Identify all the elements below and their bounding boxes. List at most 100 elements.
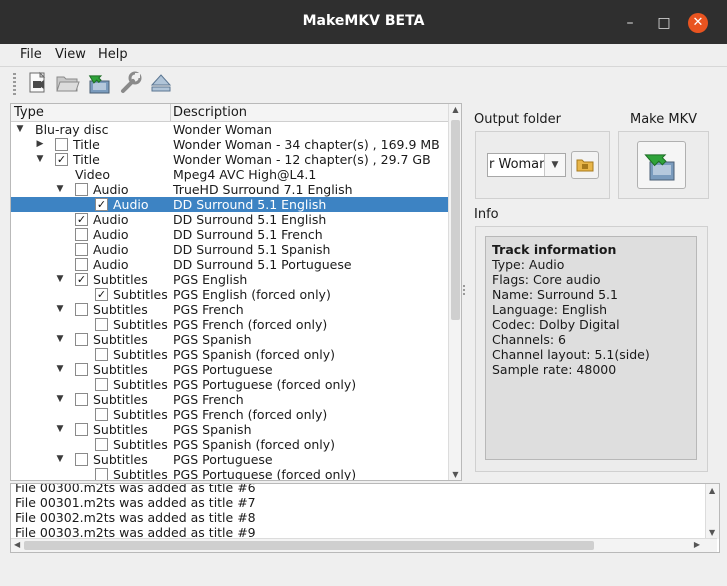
track-checkbox[interactable]	[75, 393, 88, 406]
tree-row[interactable]: ✓ Audio DD Surround 5.1 English	[11, 212, 448, 227]
menu-help[interactable]: Help	[98, 47, 128, 62]
track-checkbox[interactable]: ✓	[55, 153, 68, 166]
track-checkbox[interactable]	[75, 453, 88, 466]
track-checkbox[interactable]	[95, 438, 108, 451]
tree-row[interactable]: Video Mpeg4 AVC High@L4.1	[11, 167, 448, 182]
tree-row-description: TrueHD Surround 7.1 English	[173, 182, 353, 197]
tree-row[interactable]: Audio DD Surround 5.1 Portuguese	[11, 257, 448, 272]
scroll-up-icon[interactable]: ▲	[449, 105, 461, 114]
track-checkbox[interactable]	[75, 258, 88, 271]
tree-row[interactable]: ▼ Blu-ray disc Wonder Woman	[11, 122, 448, 137]
expand-arrow-icon[interactable]: ▼	[55, 272, 65, 287]
minimize-button[interactable]: –	[621, 14, 639, 32]
scroll-thumb[interactable]	[24, 541, 594, 550]
tree-row-description: PGS French	[173, 392, 244, 407]
tree-row[interactable]: Audio DD Surround 5.1 French	[11, 227, 448, 242]
eject-icon[interactable]	[148, 70, 174, 96]
track-checkbox[interactable]	[55, 138, 68, 151]
tree-row[interactable]: ▼ ✓ Subtitles PGS English	[11, 272, 448, 287]
expand-arrow-icon[interactable]: ▼	[55, 182, 65, 197]
open-disc-folder-icon[interactable]	[55, 70, 81, 96]
track-checkbox[interactable]	[75, 183, 88, 196]
backup-icon[interactable]	[87, 70, 113, 96]
track-checkbox[interactable]	[95, 348, 108, 361]
track-checkbox[interactable]	[75, 303, 88, 316]
menu-file[interactable]: File	[20, 47, 42, 62]
tree-row[interactable]: Subtitles PGS Portuguese (forced only)	[11, 377, 448, 392]
log-horizontal-scrollbar[interactable]: ◀ ▶	[11, 538, 717, 552]
tree-row[interactable]: Subtitles PGS Portuguese (forced only)	[11, 467, 448, 481]
tree-row[interactable]: ▼ Subtitles PGS French	[11, 302, 448, 317]
track-checkbox[interactable]	[95, 318, 108, 331]
track-checkbox[interactable]: ✓	[95, 288, 108, 301]
scroll-left-icon[interactable]: ◀	[14, 540, 20, 549]
tree-row[interactable]: ▼ Subtitles PGS French	[11, 392, 448, 407]
column-type-header[interactable]: Type	[14, 105, 44, 120]
tree-row[interactable]: ✓ Subtitles PGS English (forced only)	[11, 287, 448, 302]
tree-row-type: Audio	[93, 257, 129, 272]
log-vertical-scrollbar[interactable]: ▲ ▼	[705, 484, 719, 539]
track-checkbox[interactable]	[75, 333, 88, 346]
scroll-up-icon[interactable]: ▲	[709, 486, 715, 495]
chevron-down-icon[interactable]: ▼	[544, 154, 565, 176]
track-checkbox[interactable]	[95, 408, 108, 421]
tree-row[interactable]: Audio DD Surround 5.1 Spanish	[11, 242, 448, 257]
log-panel[interactable]: File 00300.m2ts was added as title #6 Fi…	[10, 483, 720, 553]
info-line: Flags: Core audio	[492, 272, 601, 287]
tree-row[interactable]: ✓ Audio DD Surround 5.1 English	[11, 197, 448, 212]
track-checkbox[interactable]: ✓	[95, 198, 108, 211]
settings-wrench-icon[interactable]	[118, 70, 144, 96]
tree-row[interactable]: Subtitles PGS French (forced only)	[11, 407, 448, 422]
expand-arrow-icon[interactable]: ▼	[55, 452, 65, 467]
track-checkbox[interactable]: ✓	[75, 213, 88, 226]
tree-row[interactable]: Subtitles PGS French (forced only)	[11, 317, 448, 332]
scroll-thumb[interactable]	[451, 120, 460, 320]
tree-row[interactable]: ▶ Title Wonder Woman - 34 chapter(s) , 169…	[11, 137, 448, 152]
maximize-button[interactable]: □	[655, 14, 673, 32]
tree-vertical-scrollbar[interactable]: ▲ ▼	[448, 104, 461, 480]
scroll-down-icon[interactable]: ▼	[709, 528, 715, 537]
tree-row[interactable]: Subtitles PGS Spanish (forced only)	[11, 347, 448, 362]
tree-row-description: Wonder Woman - 34 chapter(s) , 169.9 MB	[173, 137, 440, 152]
tree-row[interactable]: ▼ Subtitles PGS Spanish	[11, 332, 448, 347]
track-checkbox[interactable]: ✓	[75, 273, 88, 286]
column-divider[interactable]	[170, 104, 171, 121]
expand-arrow-icon[interactable]: ▼	[55, 392, 65, 407]
track-checkbox[interactable]	[75, 363, 88, 376]
track-checkbox[interactable]	[95, 378, 108, 391]
tree-row[interactable]: ▼ Subtitles PGS Spanish	[11, 422, 448, 437]
expand-arrow-icon[interactable]: ▼	[15, 122, 25, 137]
tree-row[interactable]: ▼ Audio TrueHD Surround 7.1 English	[11, 182, 448, 197]
tree-row[interactable]: ▼ ✓ Title Wonder Woman - 12 chapter(s) , 29…	[11, 152, 448, 167]
tree-row[interactable]: ▼ Subtitles PGS Portuguese	[11, 362, 448, 377]
tree-row-description: PGS Spanish (forced only)	[173, 347, 336, 362]
scroll-down-icon[interactable]: ▼	[449, 470, 461, 479]
tree-row[interactable]: ▼ Subtitles PGS Portuguese	[11, 452, 448, 467]
expand-arrow-icon[interactable]: ▼	[55, 302, 65, 317]
track-checkbox[interactable]	[75, 243, 88, 256]
open-files-icon[interactable]	[25, 70, 51, 96]
output-folder-combo[interactable]: r Woman ▼	[487, 153, 566, 177]
make-mkv-button[interactable]	[637, 141, 686, 189]
close-button[interactable]: ✕	[688, 13, 708, 33]
tree-row-description: Wonder Woman - 12 chapter(s) , 29.7 GB	[173, 152, 431, 167]
browse-folder-button[interactable]	[571, 151, 599, 179]
splitter-handle[interactable]	[463, 285, 465, 297]
track-checkbox[interactable]	[95, 468, 108, 480]
tree-row[interactable]: Subtitles PGS Spanish (forced only)	[11, 437, 448, 452]
scroll-right-icon[interactable]: ▶	[694, 540, 700, 549]
collapse-arrow-icon[interactable]: ▶	[35, 137, 45, 152]
expand-arrow-icon[interactable]: ▼	[35, 152, 45, 167]
track-checkbox[interactable]	[75, 228, 88, 241]
track-checkbox[interactable]	[75, 423, 88, 436]
expand-arrow-icon[interactable]: ▼	[55, 362, 65, 377]
toolbar-grip[interactable]	[13, 73, 16, 95]
expand-arrow-icon[interactable]: ▼	[55, 332, 65, 347]
tree-row-description: PGS Portuguese (forced only)	[173, 467, 357, 481]
expand-arrow-icon[interactable]: ▼	[55, 422, 65, 437]
column-description-header[interactable]: Description	[173, 105, 247, 120]
tree-row-type: Video	[75, 167, 111, 182]
info-line: Channel layout: 5.1(side)	[492, 347, 650, 362]
title-tree[interactable]: Type Description ▼ Blu-ray disc Wonder Wom…	[10, 103, 462, 481]
menu-view[interactable]: View	[55, 47, 86, 62]
